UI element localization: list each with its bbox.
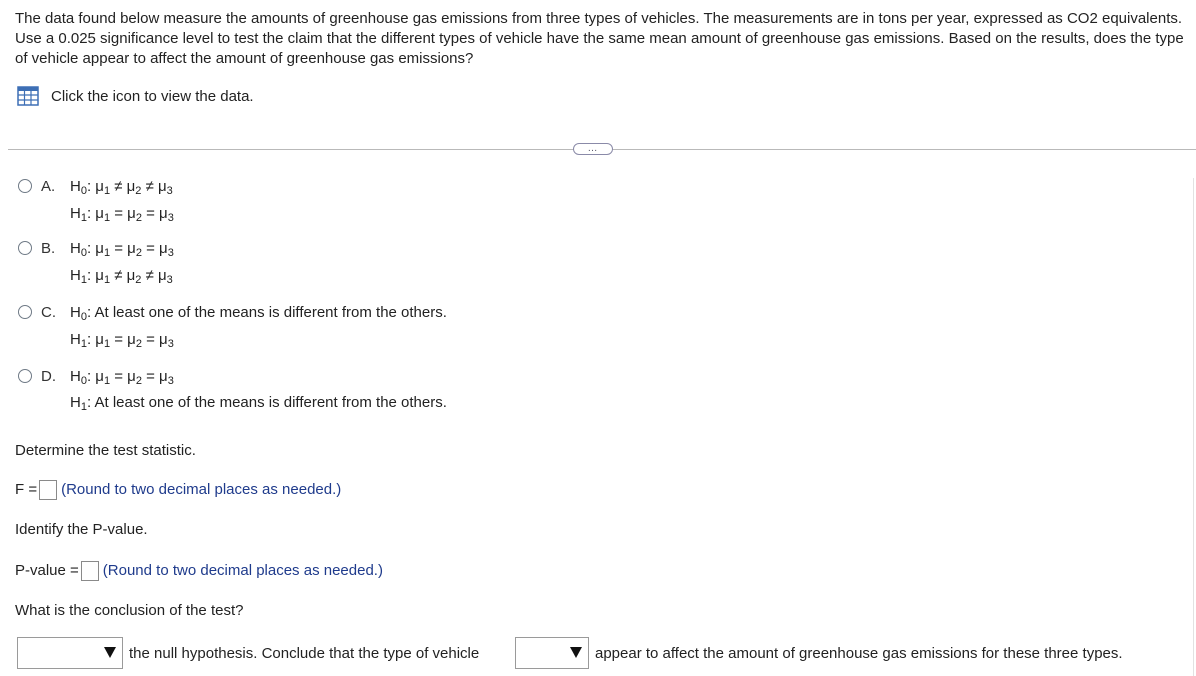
option-d[interactable]: D. H0: μ1 = μ2 = μ3 H1: At least one of … — [18, 368, 618, 418]
option-b-h0: H0: μ1 = μ2 = μ3 — [70, 240, 174, 259]
option-d-h0: H0: μ1 = μ2 = μ3 — [70, 368, 174, 387]
does-select[interactable] — [515, 637, 589, 669]
option-c[interactable]: C. H0: At least one of the means is diff… — [18, 304, 618, 354]
option-d-letter: D. — [41, 368, 56, 385]
option-b-letter: B. — [41, 240, 56, 257]
option-c-letter: C. — [41, 304, 56, 321]
f-stat-row: F = (Round to two decimal places as neede… — [15, 480, 341, 500]
option-d-h1: H1: At least one of the means is differe… — [70, 394, 447, 413]
f-hint: (Round to two decimal places as needed.) — [61, 480, 342, 498]
table-grid-icon[interactable] — [17, 86, 39, 106]
option-b[interactable]: B. H0: μ1 = μ2 = μ3 H1: μ1 ≠ μ2 ≠ μ3 — [18, 240, 618, 290]
option-c-h1: H1: μ1 = μ2 = μ3 — [70, 331, 174, 350]
conclusion-mid-text: the null hypothesis. Conclude that the t… — [129, 645, 480, 662]
conclusion-question: What is the conclusion of the test? — [15, 602, 244, 619]
chevron-down-icon[interactable] — [570, 647, 582, 658]
pvalue-question: Identify the P-value. — [15, 521, 148, 538]
option-a-letter: A. — [41, 178, 56, 195]
chevron-down-icon[interactable] — [104, 647, 116, 658]
pvalue-row: P-value = (Round to two decimal places as… — [15, 561, 383, 581]
option-a[interactable]: A. H0: μ1 ≠ μ2 ≠ μ3 H1: μ1 = μ2 = μ3 — [18, 178, 618, 228]
option-c-h0: H0: At least one of the means is differe… — [70, 304, 447, 323]
test-stat-question: Determine the test statistic. — [15, 442, 196, 459]
option-d-radio[interactable] — [18, 369, 32, 383]
option-b-radio[interactable] — [18, 241, 32, 255]
p-hint: (Round to two decimal places as needed.) — [102, 561, 383, 579]
option-a-h0: H0: μ1 ≠ μ2 ≠ μ3 — [70, 178, 173, 197]
scroll-edge — [1193, 178, 1194, 676]
pvalue-answer-input[interactable] — [80, 561, 99, 581]
f-answer-input[interactable] — [39, 480, 58, 500]
expand-more-button[interactable]: … — [573, 143, 613, 155]
view-data-link[interactable]: Click the icon to view the data. — [17, 86, 254, 106]
conclusion-end-text: appear to affect the amount of greenhous… — [595, 645, 1123, 662]
option-a-radio[interactable] — [18, 179, 32, 193]
view-data-label[interactable]: Click the icon to view the data. — [51, 88, 254, 105]
option-b-h1: H1: μ1 ≠ μ2 ≠ μ3 — [70, 267, 173, 286]
p-label: P-value = — [15, 561, 79, 579]
problem-statement: The data found below measure the amounts… — [15, 10, 1184, 67]
option-c-radio[interactable] — [18, 305, 32, 319]
f-label: F = — [15, 480, 38, 498]
option-a-h1: H1: μ1 = μ2 = μ3 — [70, 205, 174, 224]
reject-select[interactable] — [17, 637, 123, 669]
